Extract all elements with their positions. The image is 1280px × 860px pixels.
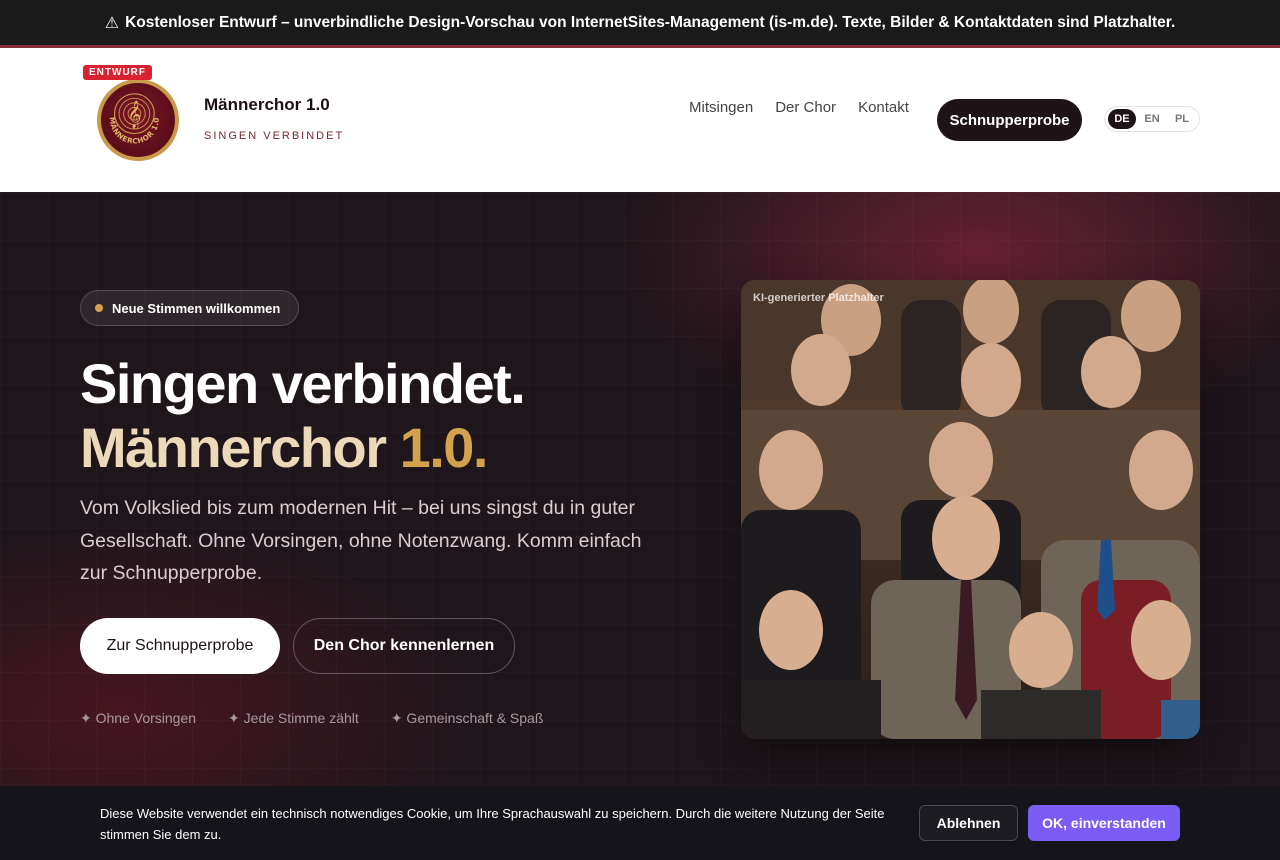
cookie-banner: Diese Website verwendet ein technisch no…: [0, 786, 1280, 860]
nav-link-mitsingen[interactable]: Mitsingen: [689, 99, 753, 116]
feature-list: ✦ Ohne Vorsingen ✦ Jede Stimme zählt ✦ G…: [80, 710, 543, 727]
lang-de-button[interactable]: DE: [1108, 109, 1136, 129]
main-nav: Mitsingen Der Chor Kontakt: [689, 99, 931, 116]
lang-pl-button[interactable]: PL: [1168, 109, 1196, 129]
header-cta-button[interactable]: Schnupperprobe: [937, 99, 1082, 141]
nav-link-der-chor[interactable]: Der Chor: [775, 99, 836, 116]
cookie-text: Diese Website verwendet ein technisch no…: [100, 806, 885, 842]
feature-item: ✦ Jede Stimme zählt: [228, 710, 359, 726]
brand-name[interactable]: Männerchor 1.0: [204, 95, 330, 115]
nav-link-kontakt[interactable]: Kontakt: [858, 99, 909, 116]
headline-line-2: Männerchor 1.0.: [80, 416, 524, 480]
headline-line-1: Singen verbindet.: [80, 352, 526, 415]
cookie-accept-button[interactable]: OK, einverstanden: [1028, 805, 1180, 841]
schnupperprobe-button[interactable]: Zur Schnupperprobe: [80, 618, 280, 674]
treble-clef-icon: 𝄞 MÄNNERCHOR 1.0: [108, 93, 160, 146]
brand-tagline: SINGEN VERBINDET: [204, 130, 345, 142]
lang-en-button[interactable]: EN: [1138, 109, 1166, 129]
cookie-decline-button[interactable]: Ablehnen: [919, 805, 1018, 841]
ai-placeholder-caption: KI-generierter Platzhalter: [753, 292, 884, 304]
feature-item: ✦ Ohne Vorsingen: [80, 710, 197, 726]
welcome-pill-label: Neue Stimmen willkommen: [112, 300, 281, 316]
logo[interactable]: ENTWURF 𝄞 MÄNNERCHOR 1.0: [83, 65, 183, 165]
choir-photo: KI-generierter Platzhalter: [741, 280, 1200, 739]
meet-the-choir-button[interactable]: Den Chor kennenlernen: [293, 618, 515, 674]
language-switcher: DE EN PL: [1104, 106, 1200, 132]
choir-photo-illustration: [741, 280, 1200, 739]
hero-lead-text: Vom Volkslied bis zum modernen Hit – bei…: [80, 497, 642, 584]
hero-section: Neue Stimmen willkommen Singen verbindet…: [0, 192, 1280, 786]
draft-badge: ENTWURF: [83, 65, 152, 80]
choir-logo-emblem: 𝄞 MÄNNERCHOR 1.0: [97, 79, 179, 161]
hero-headline: Singen verbindet. Männerchor 1.0.: [80, 352, 526, 480]
feature-item: ✦ Gemeinschaft & Spaß: [390, 710, 544, 726]
draft-notice-bar: ⚠ Kostenloser Entwurf – unverbindliche D…: [0, 0, 1280, 48]
warning-icon: ⚠: [104, 14, 120, 32]
headline-version: 1.0.: [399, 416, 489, 479]
notice-text: Kostenloser Entwurf – unverbindliche Des…: [125, 13, 1176, 31]
site-header: ENTWURF 𝄞 MÄNNERCHOR 1.0 Männerchor 1.0 …: [0, 48, 1280, 192]
headline-line-2-text: Männerchor: [80, 416, 400, 479]
svg-text:𝄞: 𝄞: [127, 100, 141, 129]
welcome-pill: Neue Stimmen willkommen: [80, 290, 300, 326]
status-dot-icon: [95, 304, 103, 312]
